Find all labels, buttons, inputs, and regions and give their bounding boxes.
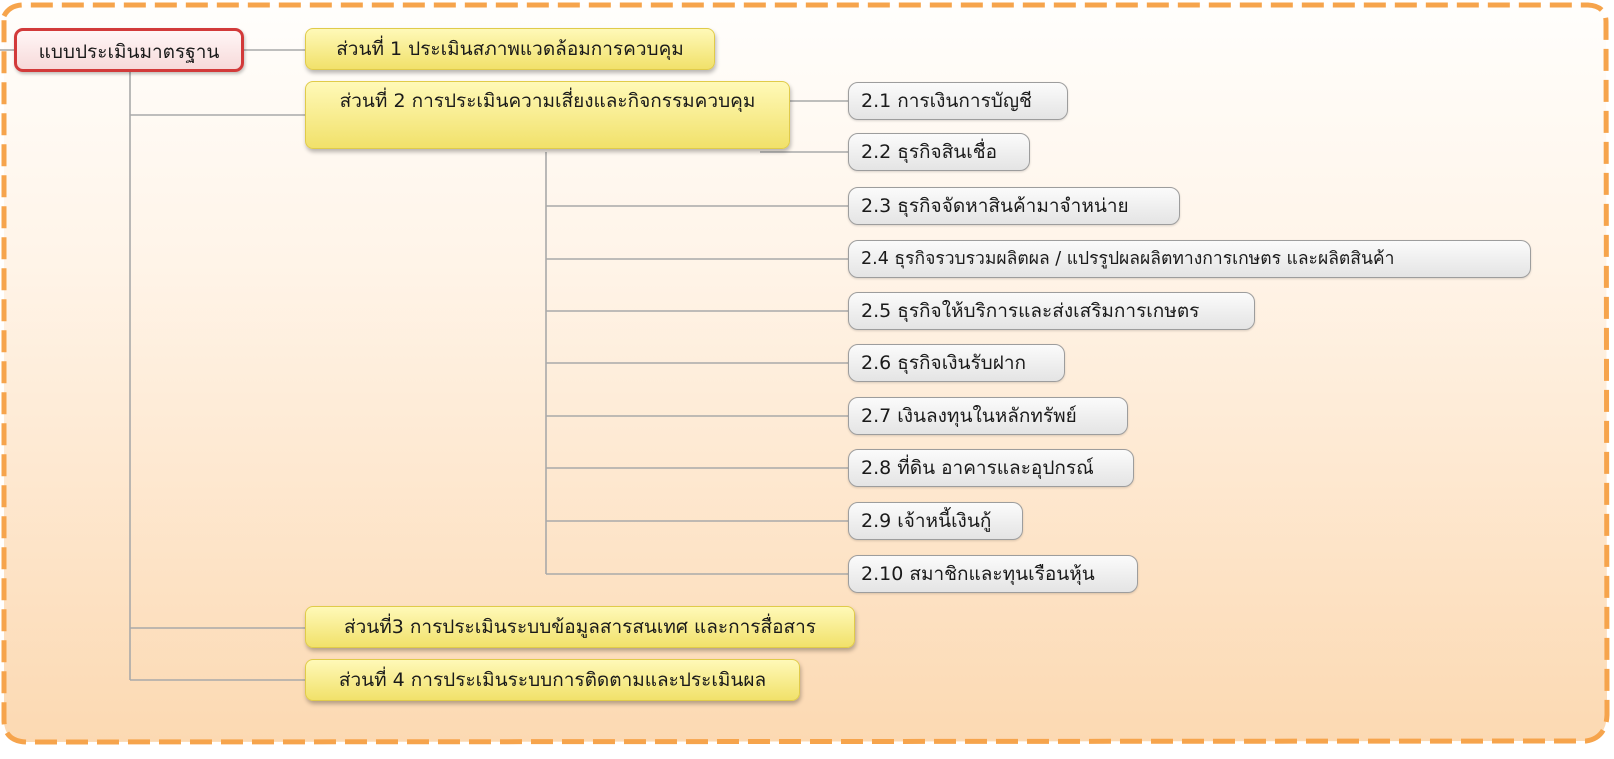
subtopic-2-2-node[interactable]: 2.2 ธุรกิจสินเชื่อ: [848, 133, 1030, 171]
section-1-label: ส่วนที่ 1 ประเมินสภาพแวดล้อมการควบคุม: [336, 38, 684, 60]
subtopic-label: 2.3 ธุรกิจจัดหาสินค้ามาจำหน่าย: [861, 195, 1129, 217]
section-4-label: ส่วนที่ 4 การประเมินระบบการติดตามและประเ…: [338, 669, 767, 691]
subtopic-2-7-node[interactable]: 2.7 เงินลงทุนในหลักทรัพย์: [848, 397, 1128, 435]
subtopic-2-10-node[interactable]: 2.10 สมาชิกและทุนเรือนหุ้น: [848, 555, 1138, 593]
subtopic-label: 2.9 เจ้าหนี้เงินกู้: [861, 510, 992, 532]
subtopic-2-1-node[interactable]: 2.1 การเงินการบัญชี: [848, 82, 1068, 120]
section-2-label: ส่วนที่ 2 การประเมินความเสี่ยงและกิจกรรม…: [339, 90, 756, 112]
subtopic-label: 2.10 สมาชิกและทุนเรือนหุ้น: [861, 563, 1095, 585]
subtopic-label: 2.6 ธุรกิจเงินรับฝาก: [861, 352, 1027, 374]
root-node[interactable]: แบบประเมินมาตรฐาน: [14, 28, 244, 72]
subtopic-2-8-node[interactable]: 2.8 ที่ดิน อาคารและอุปกรณ์: [848, 449, 1134, 487]
section-3-node[interactable]: ส่วนที่3 การประเมินระบบข้อมูลสารสนเทศ แล…: [305, 606, 855, 648]
subtopic-label: 2.4 ธุรกิจรวบรวมผลิตผล / แปรรูปผลผลิตทาง…: [861, 249, 1395, 269]
subtopic-2-4-node[interactable]: 2.4 ธุรกิจรวบรวมผลิตผล / แปรรูปผลผลิตทาง…: [848, 240, 1531, 278]
section-2-node[interactable]: ส่วนที่ 2 การประเมินความเสี่ยงและกิจกรรม…: [305, 81, 790, 149]
subtopic-label: 2.1 การเงินการบัญชี: [861, 90, 1032, 112]
subtopic-label: 2.7 เงินลงทุนในหลักทรัพย์: [861, 405, 1077, 427]
subtopic-label: 2.5 ธุรกิจให้บริการและส่งเสริมการเกษตร: [861, 300, 1200, 322]
subtopic-2-9-node[interactable]: 2.9 เจ้าหนี้เงินกู้: [848, 502, 1023, 540]
subtopic-2-3-node[interactable]: 2.3 ธุรกิจจัดหาสินค้ามาจำหน่าย: [848, 187, 1180, 225]
section-3-label: ส่วนที่3 การประเมินระบบข้อมูลสารสนเทศ แล…: [344, 616, 816, 638]
section-1-node[interactable]: ส่วนที่ 1 ประเมินสภาพแวดล้อมการควบคุม: [305, 28, 715, 70]
subtopic-2-6-node[interactable]: 2.6 ธุรกิจเงินรับฝาก: [848, 344, 1065, 382]
subtopic-label: 2.8 ที่ดิน อาคารและอุปกรณ์: [861, 457, 1094, 479]
section-4-node[interactable]: ส่วนที่ 4 การประเมินระบบการติดตามและประเ…: [305, 659, 800, 701]
root-node-label: แบบประเมินมาตรฐาน: [38, 41, 220, 63]
subtopic-label: 2.2 ธุรกิจสินเชื่อ: [861, 141, 998, 163]
mindmap-canvas: แบบประเมินมาตรฐาน ส่วนที่ 1 ประเมินสภาพแ…: [0, 0, 1614, 759]
subtopic-2-5-node[interactable]: 2.5 ธุรกิจให้บริการและส่งเสริมการเกษตร: [848, 292, 1255, 330]
